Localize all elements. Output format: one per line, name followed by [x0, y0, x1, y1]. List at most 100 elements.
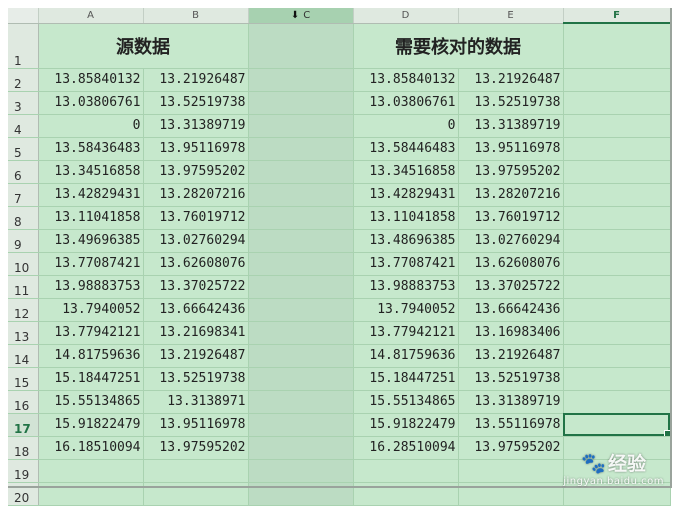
cell-a16[interactable]: 15.55134865 — [38, 390, 144, 414]
cell-b12[interactable]: 13.66642436 — [143, 298, 249, 322]
column-header-d[interactable]: D — [353, 8, 459, 24]
cell-f2[interactable] — [563, 68, 671, 92]
cell-a2[interactable]: 13.85840132 — [38, 68, 144, 92]
cell-e5[interactable]: 13.95116978 — [458, 137, 564, 161]
cell-c14[interactable] — [248, 344, 354, 368]
cell-c8[interactable] — [248, 206, 354, 230]
cell-f7[interactable] — [563, 183, 671, 207]
cell-c6[interactable] — [248, 160, 354, 184]
cell-b11[interactable]: 13.37025722 — [143, 275, 249, 299]
cell-b4[interactable]: 13.31389719 — [143, 114, 249, 138]
cell-b15[interactable]: 13.52519738 — [143, 367, 249, 391]
row-header[interactable]: 11 — [8, 275, 39, 299]
cell-e6[interactable]: 13.97595202 — [458, 160, 564, 184]
row-header[interactable]: 4 — [8, 114, 39, 138]
cell-d9[interactable]: 13.48696385 — [353, 229, 459, 253]
cell-f9[interactable] — [563, 229, 671, 253]
row-header[interactable]: 19 — [8, 459, 39, 483]
cell-c16[interactable] — [248, 390, 354, 414]
cell-c11[interactable] — [248, 275, 354, 299]
cell-c15[interactable] — [248, 367, 354, 391]
cell-c17[interactable] — [248, 413, 354, 437]
cell-e4[interactable]: 13.31389719 — [458, 114, 564, 138]
cell-b6[interactable]: 13.97595202 — [143, 160, 249, 184]
cell-e18[interactable]: 13.97595202 — [458, 436, 564, 460]
cell-c9[interactable] — [248, 229, 354, 253]
cell-c10[interactable] — [248, 252, 354, 276]
cell-d18[interactable]: 16.28510094 — [353, 436, 459, 460]
cell-a18[interactable]: 16.18510094 — [38, 436, 144, 460]
cell-b8[interactable]: 13.76019712 — [143, 206, 249, 230]
row-header[interactable]: 17 — [8, 413, 39, 437]
cell-f5[interactable] — [563, 137, 671, 161]
cell-a8[interactable]: 13.11041858 — [38, 206, 144, 230]
cell-d14[interactable]: 14.81759636 — [353, 344, 459, 368]
row-header[interactable]: 13 — [8, 321, 39, 345]
cell-f15[interactable] — [563, 367, 671, 391]
cell-c2[interactable] — [248, 68, 354, 92]
row-header[interactable]: 16 — [8, 390, 39, 414]
cell-c13[interactable] — [248, 321, 354, 345]
cell-d4[interactable]: 0 — [353, 114, 459, 138]
cell-c19[interactable] — [248, 459, 354, 483]
cell-e12[interactable]: 13.66642436 — [458, 298, 564, 322]
cell-a13[interactable]: 13.77942121 — [38, 321, 144, 345]
column-header-e[interactable]: E — [458, 8, 564, 24]
cell-c5[interactable] — [248, 137, 354, 161]
cell-a7[interactable]: 13.42829431 — [38, 183, 144, 207]
cell-e7[interactable]: 13.28207216 — [458, 183, 564, 207]
cell-f16[interactable] — [563, 390, 671, 414]
cell-b5[interactable]: 13.95116978 — [143, 137, 249, 161]
cell-a10[interactable]: 13.77087421 — [38, 252, 144, 276]
row-header[interactable]: 14 — [8, 344, 39, 368]
cell-b13[interactable]: 13.21698341 — [143, 321, 249, 345]
cell-e15[interactable]: 13.52519738 — [458, 367, 564, 391]
cell-d5[interactable]: 13.58446483 — [353, 137, 459, 161]
cell-f6[interactable] — [563, 160, 671, 184]
cell-b14[interactable]: 13.21926487 — [143, 344, 249, 368]
row-header[interactable]: 1 — [8, 23, 39, 69]
cell-d15[interactable]: 15.18447251 — [353, 367, 459, 391]
cell-b9[interactable]: 13.02760294 — [143, 229, 249, 253]
cell-b7[interactable]: 13.28207216 — [143, 183, 249, 207]
cell-f11[interactable] — [563, 275, 671, 299]
cell-d6[interactable]: 13.34516858 — [353, 160, 459, 184]
cell-e8[interactable]: 13.76019712 — [458, 206, 564, 230]
row-header[interactable]: 3 — [8, 91, 39, 115]
column-header-c[interactable]: ⬇ C — [248, 8, 354, 24]
cell-a12[interactable]: 13.7940052 — [38, 298, 144, 322]
cell-e10[interactable]: 13.62608076 — [458, 252, 564, 276]
cell-f4[interactable] — [563, 114, 671, 138]
select-all-corner[interactable] — [8, 8, 39, 24]
cell-c18[interactable] — [248, 436, 354, 460]
row-header[interactable]: 2 — [8, 68, 39, 92]
row-header[interactable]: 15 — [8, 367, 39, 391]
cell-c12[interactable] — [248, 298, 354, 322]
cell-a19[interactable] — [38, 459, 144, 483]
cell-d19[interactable] — [353, 459, 459, 483]
cell-a3[interactable]: 13.03806761 — [38, 91, 144, 115]
row-header[interactable]: 10 — [8, 252, 39, 276]
cell-e2[interactable]: 13.21926487 — [458, 68, 564, 92]
cell-e13[interactable]: 13.16983406 — [458, 321, 564, 345]
cell-f10[interactable] — [563, 252, 671, 276]
cell-e16[interactable]: 13.31389719 — [458, 390, 564, 414]
cell-c3[interactable] — [248, 91, 354, 115]
cell-e11[interactable]: 13.37025722 — [458, 275, 564, 299]
cell-e9[interactable]: 13.02760294 — [458, 229, 564, 253]
row-header[interactable]: 6 — [8, 160, 39, 184]
cell-d11[interactable]: 13.98883753 — [353, 275, 459, 299]
cell-b3[interactable]: 13.52519738 — [143, 91, 249, 115]
cell-c7[interactable] — [248, 183, 354, 207]
row-header[interactable]: 18 — [8, 436, 39, 460]
cell-d13[interactable]: 13.77942121 — [353, 321, 459, 345]
row-header[interactable]: 5 — [8, 137, 39, 161]
cell-b19[interactable] — [143, 459, 249, 483]
cell-b2[interactable]: 13.21926487 — [143, 68, 249, 92]
cell-c4[interactable] — [248, 114, 354, 138]
cell-a9[interactable]: 13.49696385 — [38, 229, 144, 253]
cell-b17[interactable]: 13.95116978 — [143, 413, 249, 437]
cell-a15[interactable]: 15.18447251 — [38, 367, 144, 391]
row-header[interactable]: 12 — [8, 298, 39, 322]
cell-d10[interactable]: 13.77087421 — [353, 252, 459, 276]
